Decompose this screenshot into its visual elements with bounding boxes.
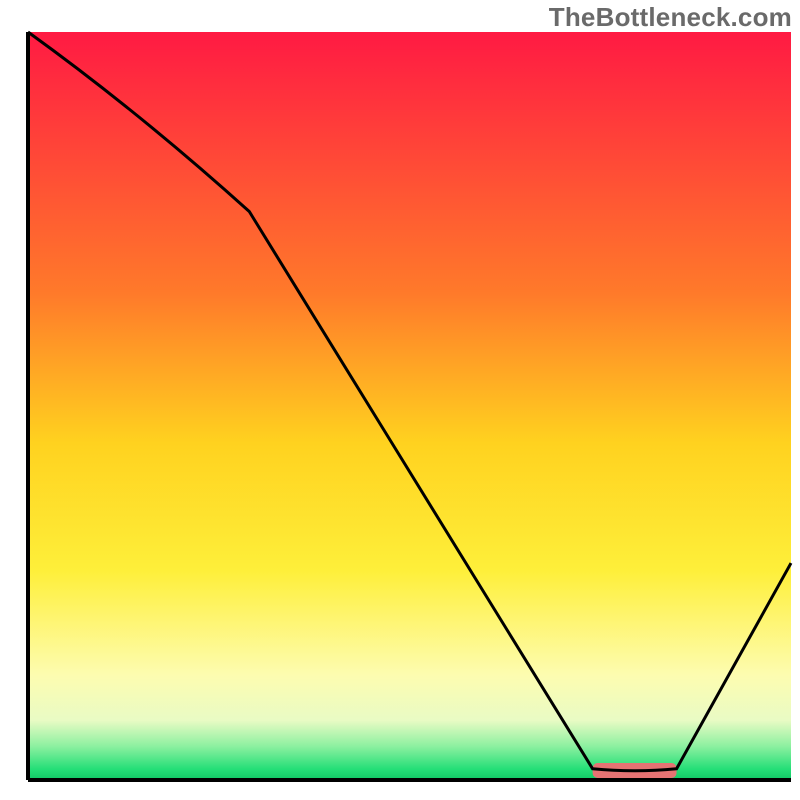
chart-container: TheBottleneck.com	[0, 0, 800, 800]
gradient-background	[28, 32, 791, 780]
bottleneck-chart	[0, 0, 800, 800]
plot-area	[28, 32, 791, 780]
